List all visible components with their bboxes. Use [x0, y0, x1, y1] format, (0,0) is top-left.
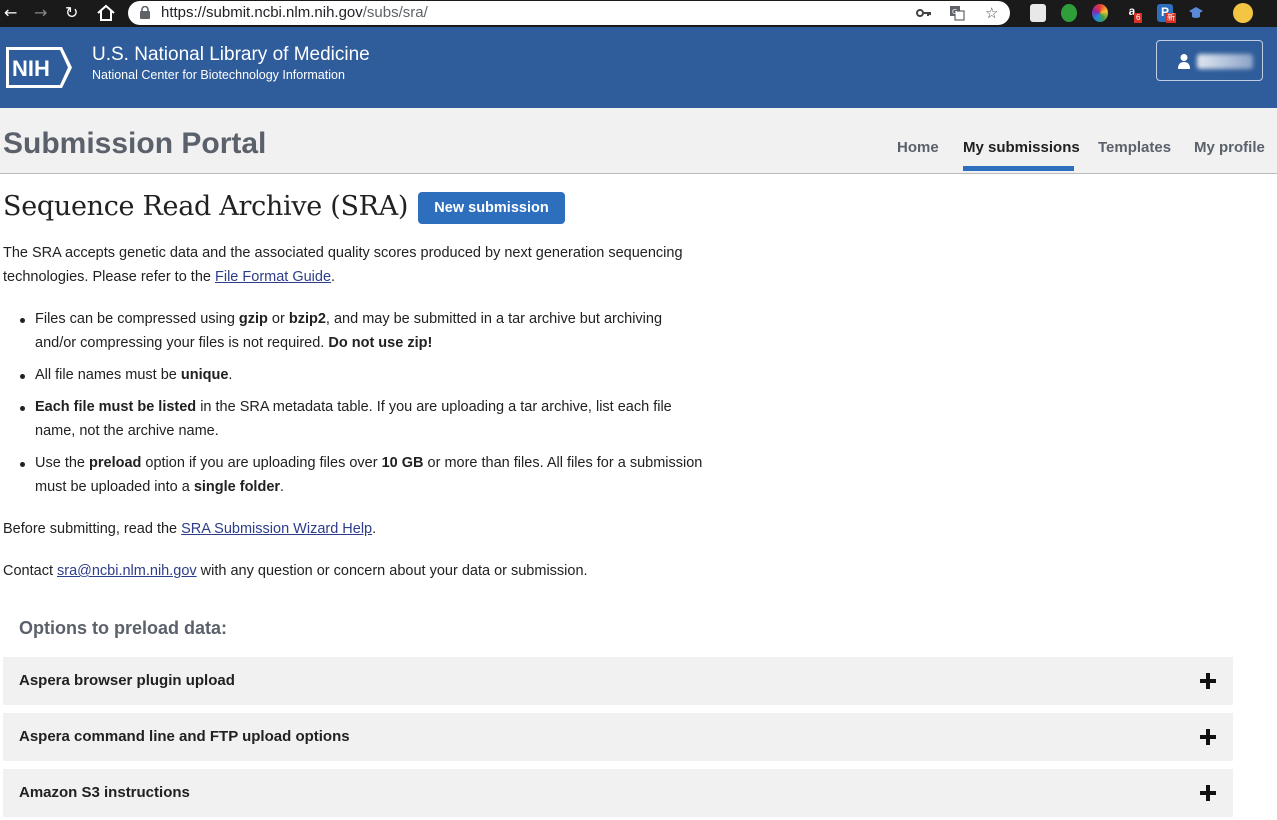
accordion-amazon-s3[interactable]: Amazon S3 instructions	[3, 769, 1233, 817]
expand-plus-icon[interactable]	[1200, 785, 1216, 801]
accordion-label[interactable]: Aspera command line and FTP upload optio…	[19, 726, 350, 748]
new-submission-button[interactable]: New submission	[418, 192, 565, 224]
nav-home[interactable]: Home	[897, 138, 939, 158]
nav-my-profile[interactable]: My profile	[1194, 138, 1265, 158]
user-account-button[interactable]	[1156, 40, 1263, 81]
portal-title[interactable]: Submission Portal	[3, 126, 266, 162]
nav-my-submissions[interactable]: My submissions	[963, 138, 1080, 158]
browser-toolbar: ← → ↻ https://submit.ncbi.nlm.nih.gov/su…	[0, 0, 1277, 27]
accordion-aspera-cli-ftp[interactable]: Aspera command line and FTP upload optio…	[3, 713, 1233, 761]
before-submitting-text: Before submitting, read the SRA Submissi…	[3, 521, 377, 537]
color-wheel-extension-icon[interactable]	[1092, 4, 1108, 22]
intro-line-2: technologies. Please refer to the	[3, 269, 215, 285]
bullet-dot	[20, 374, 25, 379]
accordion-aspera-browser[interactable]: Aspera browser plugin upload	[3, 657, 1233, 705]
nav-templates[interactable]: Templates	[1098, 138, 1171, 158]
portal-bar: Submission Portal Home My submissions Te…	[0, 108, 1277, 174]
intro-paragraph: The SRA accepts genetic data and the ass…	[3, 245, 683, 285]
list-item-compression: Files can be compressed using gzip or bz…	[35, 311, 663, 351]
forward-arrow-icon[interactable]: →	[34, 3, 47, 23]
extension-badge: 新	[1166, 13, 1176, 23]
wizard-help-link[interactable]: SRA Submission Wizard Help	[181, 521, 372, 537]
site-header: NIH U.S. National Library of Medicine Na…	[0, 27, 1277, 108]
list-item-unique: All file names must be unique.	[35, 367, 233, 383]
p-extension-icon[interactable]: P 新	[1157, 4, 1176, 23]
list-item-listed: Each file must be listed in the SRA meta…	[35, 399, 672, 439]
lock-icon	[140, 6, 150, 19]
sra-email-link[interactable]: sra@ncbi.nlm.nih.gov	[57, 563, 197, 579]
graduation-cap-extension-icon[interactable]	[1188, 4, 1204, 22]
address-bar[interactable]: https://submit.ncbi.nlm.nih.gov/subs/sra…	[128, 1, 1010, 25]
accordion-label[interactable]: Aspera browser plugin upload	[19, 670, 235, 692]
bullet-dot	[20, 406, 25, 411]
active-nav-indicator	[963, 166, 1074, 171]
reload-icon[interactable]: ↻	[65, 3, 78, 23]
bullet-dot	[20, 462, 25, 467]
evernote-extension-icon[interactable]	[1061, 4, 1077, 22]
doc-extension-icon[interactable]	[1030, 4, 1046, 22]
contact-text: Contact sra@ncbi.nlm.nih.gov with any qu…	[3, 563, 588, 579]
key-icon[interactable]	[916, 7, 932, 19]
user-icon	[1178, 54, 1190, 69]
amazon-extension-icon[interactable]: a 6	[1124, 4, 1143, 23]
library-subtitle[interactable]: National Center for Biotechnology Inform…	[92, 67, 345, 83]
accordion-label[interactable]: Amazon S3 instructions	[19, 782, 190, 804]
nih-logo-icon[interactable]: NIH	[4, 45, 74, 90]
file-format-guide-link[interactable]: File Format Guide	[215, 269, 331, 285]
back-arrow-icon[interactable]: ←	[4, 3, 17, 23]
svg-text:G: G	[952, 8, 957, 16]
list-item-preload: Use the preload option if you are upload…	[35, 455, 703, 495]
svg-text:NIH: NIH	[12, 56, 50, 81]
bookmark-star-icon[interactable]: ☆	[985, 3, 998, 23]
extension-badge: 6	[1134, 13, 1143, 23]
options-heading: Options to preload data:	[19, 618, 228, 638]
expand-plus-icon[interactable]	[1200, 673, 1216, 689]
url-text: https://submit.ncbi.nlm.nih.gov/subs/sra…	[161, 4, 428, 21]
translate-icon[interactable]: G	[949, 5, 965, 21]
home-icon[interactable]	[96, 4, 116, 22]
page-heading: Sequence Read Archive (SRA)	[3, 191, 409, 222]
bullet-dot	[20, 318, 25, 323]
expand-plus-icon[interactable]	[1200, 729, 1216, 745]
profile-avatar-icon[interactable]	[1233, 3, 1253, 23]
username-redacted	[1197, 54, 1253, 69]
library-title[interactable]: U.S. National Library of Medicine	[92, 44, 370, 66]
intro-line-1: The SRA accepts genetic data and the ass…	[3, 245, 683, 261]
